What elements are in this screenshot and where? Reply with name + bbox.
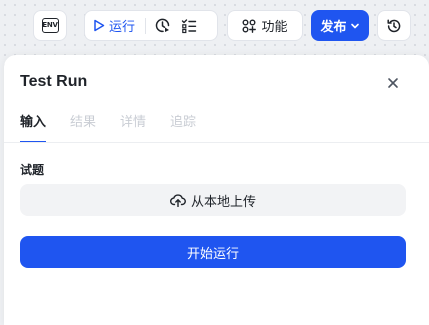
env-button[interactable]: ENV — [33, 10, 67, 41]
cloud-upload-icon — [170, 193, 186, 207]
start-run-button[interactable]: 开始运行 — [20, 236, 406, 268]
close-icon — [387, 77, 399, 89]
panel-title: Test Run — [20, 73, 88, 90]
publish-label: 发布 — [320, 20, 347, 35]
function-icon — [242, 19, 257, 33]
start-run-label: 开始运行 — [186, 246, 239, 262]
tab-trace[interactable]: 追踪 — [170, 111, 196, 143]
toolbar: ENV 运行 功能 发布 — [0, 0, 429, 52]
close-button[interactable] — [385, 75, 401, 91]
run-button-group: 运行 — [84, 10, 218, 41]
tab-details[interactable]: 详情 — [120, 111, 146, 143]
upload-button[interactable]: 从本地上传 — [20, 184, 406, 216]
toolbar-separator — [145, 17, 147, 34]
field-label: 试题 — [20, 163, 45, 177]
history-icon — [386, 18, 402, 34]
tab-input[interactable]: 输入 — [20, 111, 47, 143]
upload-label: 从本地上传 — [190, 194, 256, 210]
play-icon — [93, 19, 105, 32]
chevron-down-icon — [350, 21, 360, 31]
history-button[interactable] — [377, 10, 411, 41]
tab-result[interactable]: 结果 — [70, 111, 96, 143]
clock-check-icon[interactable] — [154, 17, 171, 34]
checklist-icon[interactable] — [181, 18, 197, 34]
env-icon: ENV — [41, 18, 59, 33]
run-label: 运行 — [109, 20, 136, 35]
function-button[interactable]: 功能 — [227, 10, 303, 41]
publish-button[interactable]: 发布 — [311, 10, 369, 41]
function-label: 功能 — [261, 20, 288, 35]
test-run-panel: Test Run 输入 结果 详情 追踪 试题 从本地上传 开始运行 — [4, 55, 429, 325]
tab-divider — [4, 142, 429, 143]
run-button[interactable]: 运行 — [93, 16, 135, 35]
tab-bar: 输入 结果 详情 追踪 — [20, 111, 196, 143]
